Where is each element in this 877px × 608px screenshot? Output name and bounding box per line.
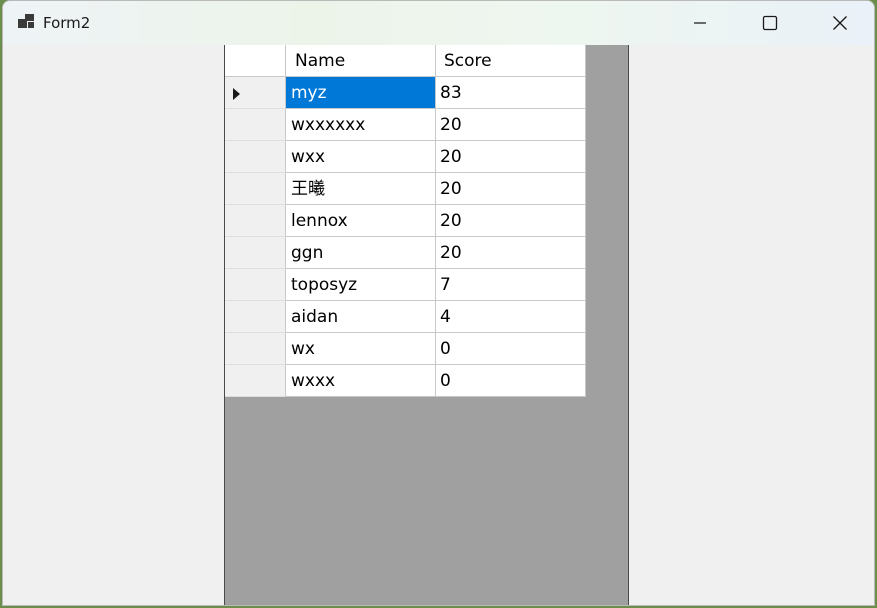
score-cell[interactable]: 20 bbox=[436, 141, 586, 173]
score-cell[interactable]: 7 bbox=[436, 269, 586, 301]
row-header[interactable] bbox=[225, 77, 286, 109]
name-cell[interactable]: wx bbox=[286, 333, 436, 365]
table-row[interactable]: 王曦 20 bbox=[225, 173, 586, 205]
table-row[interactable]: aidan 4 bbox=[225, 301, 586, 333]
table-row[interactable]: toposyz 7 bbox=[225, 269, 586, 301]
maximize-icon bbox=[762, 15, 778, 31]
close-button[interactable] bbox=[805, 1, 874, 45]
score-cell[interactable]: 20 bbox=[436, 237, 586, 269]
table-row[interactable]: wxx 20 bbox=[225, 141, 586, 173]
name-cell[interactable]: wxxx bbox=[286, 365, 436, 397]
row-header[interactable] bbox=[225, 269, 286, 301]
column-header-name[interactable]: Name bbox=[286, 45, 436, 77]
score-cell[interactable]: 20 bbox=[436, 205, 586, 237]
name-cell[interactable]: ggn bbox=[286, 237, 436, 269]
name-cell[interactable]: lennox bbox=[286, 205, 436, 237]
data-grid[interactable]: Name Score myz 83 wxxxxxx 20 wxx 20 王曦 2… bbox=[224, 45, 629, 605]
row-header[interactable] bbox=[225, 205, 286, 237]
name-cell[interactable]: wxxxxxx bbox=[286, 109, 436, 141]
name-cell[interactable]: wxx bbox=[286, 141, 436, 173]
name-cell[interactable]: aidan bbox=[286, 301, 436, 333]
table-row[interactable]: wxxxxxx 20 bbox=[225, 109, 586, 141]
close-icon bbox=[833, 16, 847, 30]
row-header[interactable] bbox=[225, 301, 286, 333]
column-header-score[interactable]: Score bbox=[436, 45, 586, 77]
window-title: Form2 bbox=[43, 14, 91, 32]
row-pointer-icon bbox=[233, 88, 240, 100]
row-header[interactable] bbox=[225, 237, 286, 269]
table-row[interactable]: lennox 20 bbox=[225, 205, 586, 237]
table-row[interactable]: wx 0 bbox=[225, 333, 586, 365]
table-row[interactable]: wxxx 0 bbox=[225, 365, 586, 397]
minimize-button[interactable] bbox=[665, 1, 735, 45]
table-row[interactable]: ggn 20 bbox=[225, 237, 586, 269]
top-left-header-cell[interactable] bbox=[225, 45, 286, 77]
score-cell[interactable]: 0 bbox=[436, 333, 586, 365]
form-app-icon bbox=[18, 14, 34, 28]
maximize-button[interactable] bbox=[735, 1, 805, 45]
row-header[interactable] bbox=[225, 173, 286, 205]
name-cell[interactable]: 王曦 bbox=[286, 173, 436, 205]
score-cell[interactable]: 83 bbox=[436, 77, 586, 109]
row-header[interactable] bbox=[225, 333, 286, 365]
score-cell[interactable]: 4 bbox=[436, 301, 586, 333]
minimize-icon bbox=[694, 22, 706, 24]
name-cell[interactable]: myz bbox=[286, 77, 436, 109]
row-header[interactable] bbox=[225, 141, 286, 173]
score-cell[interactable]: 20 bbox=[436, 109, 586, 141]
name-cell[interactable]: toposyz bbox=[286, 269, 436, 301]
table-row[interactable]: myz 83 bbox=[225, 77, 586, 109]
score-cell[interactable]: 0 bbox=[436, 365, 586, 397]
form2-window: Form2 Name Score myz 83 wxxxxxx 20 wxx 2… bbox=[2, 0, 875, 606]
score-cell[interactable]: 20 bbox=[436, 173, 586, 205]
row-header[interactable] bbox=[225, 109, 286, 141]
title-bar[interactable]: Form2 bbox=[3, 1, 874, 45]
row-header[interactable] bbox=[225, 365, 286, 397]
grid-header-row: Name Score bbox=[225, 45, 586, 77]
